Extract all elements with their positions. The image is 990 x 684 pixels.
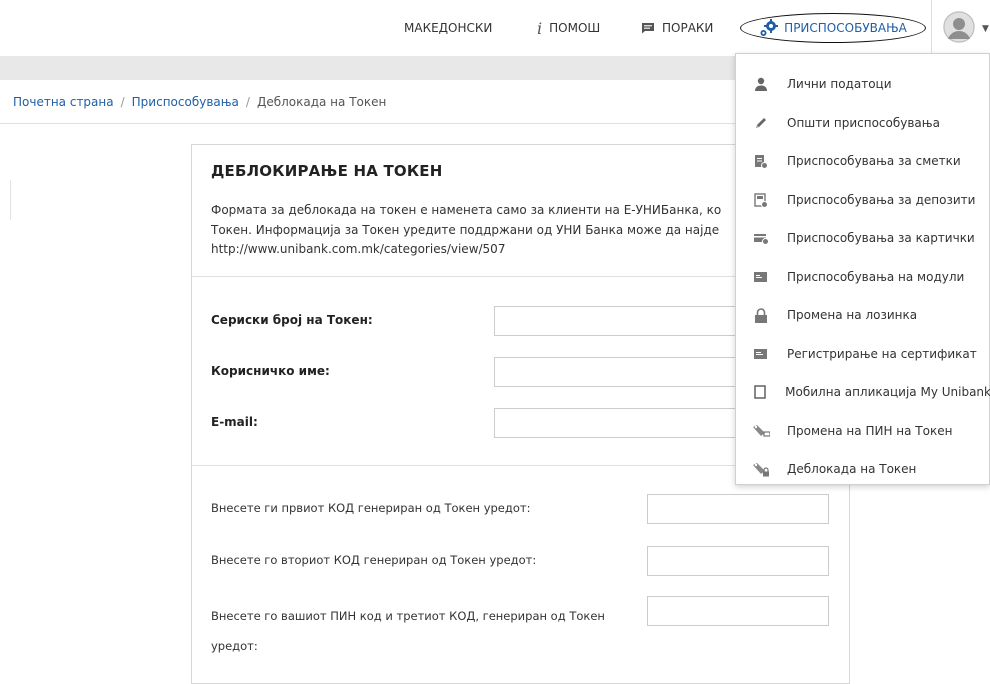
email-input[interactable] [494, 408, 744, 438]
deposit-settings-icon [752, 191, 770, 209]
code2-input[interactable] [647, 546, 829, 576]
messages-link[interactable]: ПОРАКИ [641, 0, 713, 56]
menu-item-module-settings[interactable]: Приспособувања на модули [736, 258, 990, 296]
messages-label: ПОРАКИ [662, 21, 714, 35]
code2-label: Внесете го вториот КОД генериран од Токе… [211, 553, 537, 567]
nav-divider [931, 0, 932, 56]
menu-item-token-pin-change[interactable]: Промена на ПИН на Токен [736, 412, 990, 450]
customize-dropdown-menu: Лични податоци Општи приспособувања Прис… [735, 53, 990, 485]
info-icon: i [537, 18, 543, 38]
customize-label: ПРИСПОСОБУВАЊА [784, 21, 907, 35]
menu-item-account-settings[interactable]: Приспособувања за сметки [736, 142, 990, 180]
menu-item-label: Приспособувања на модули [787, 270, 965, 284]
menu-item-label: Деблокада на Токен [787, 462, 917, 476]
language-switch[interactable]: МАКЕДОНСКИ [404, 0, 492, 56]
breadcrumb-home[interactable]: Почетна страна [13, 95, 114, 109]
language-label: МАКЕДОНСКИ [404, 21, 493, 35]
module-icon [752, 268, 770, 286]
mobile-icon [752, 383, 768, 401]
help-link[interactable]: i ПОМОШ [537, 0, 600, 56]
menu-item-label: Приспособувања за сметки [787, 154, 961, 168]
certificate-icon [752, 345, 770, 363]
menu-item-register-certificate[interactable]: Регистрирање на сертификат [736, 335, 990, 373]
menu-item-personal-data[interactable]: Лични податоци [736, 65, 990, 103]
lock-icon [752, 306, 770, 324]
breadcrumb-separator: / [120, 94, 125, 109]
menu-item-label: Општи приспособувања [787, 116, 940, 130]
menu-item-general-settings[interactable]: Општи приспособувања [736, 104, 990, 142]
code3-input[interactable] [647, 596, 829, 626]
serial-input[interactable] [494, 306, 744, 336]
breadcrumb-current: Деблокада на Токен [256, 94, 387, 109]
page-title: ДЕБЛОКИРАЊЕ НА ТОКЕН [211, 162, 443, 180]
username-label: Корисничко име: [211, 364, 330, 378]
code1-input[interactable] [647, 494, 829, 524]
token-unblock-icon [752, 460, 770, 478]
code1-label: Внесете ги првиот КОД генериран од Токен… [211, 501, 531, 515]
serial-label: Сериски број на Токен: [211, 313, 373, 327]
card-settings-icon [752, 229, 770, 247]
message-icon [641, 22, 655, 34]
help-label: ПОМОШ [549, 21, 601, 35]
chevron-down-icon[interactable]: ▼ [982, 24, 989, 34]
breadcrumb-separator: / [245, 94, 250, 109]
account-settings-icon [752, 152, 770, 170]
user-avatar-icon [943, 11, 975, 43]
menu-item-change-password[interactable]: Промена на лозинка [736, 296, 990, 334]
left-panel-edge [10, 180, 11, 220]
menu-item-deposit-settings[interactable]: Приспособувања за депозити [736, 181, 990, 219]
menu-item-label: Приспособувања за депозити [787, 193, 976, 207]
menu-item-label: Промена на лозинка [787, 308, 918, 322]
top-navigation: МАКЕДОНСКИ i ПОМОШ ПОРАКИ ПРИСПОСОБУВАЊА [0, 0, 990, 56]
user-icon [752, 75, 770, 93]
customize-menu-button[interactable]: ПРИСПОСОБУВАЊА [740, 13, 926, 43]
menu-item-mobile-app[interactable]: Мобилна апликација My Unibank [736, 373, 990, 411]
username-input[interactable] [494, 357, 744, 387]
menu-item-label: Промена на ПИН на Токен [787, 424, 953, 438]
token-pin-icon [752, 422, 770, 440]
pencil-icon [752, 114, 770, 132]
menu-item-label: Приспособувања за картички [787, 231, 975, 245]
menu-item-token-unblock[interactable]: Деблокада на Токен [736, 450, 990, 488]
menu-item-label: Регистрирање на сертификат [787, 347, 977, 361]
gears-icon [759, 19, 779, 37]
menu-item-card-settings[interactable]: Приспособувања за картички [736, 219, 990, 257]
avatar[interactable] [943, 11, 975, 43]
menu-item-label: Лични податоци [787, 77, 892, 91]
code3-label: Внесете го вашиот ПИН код и третиот КОД,… [211, 609, 605, 653]
email-label: E-mail: [211, 415, 258, 429]
menu-item-label: Мобилна апликација My Unibank [785, 385, 990, 399]
breadcrumb-settings[interactable]: Приспособувања [132, 95, 239, 109]
